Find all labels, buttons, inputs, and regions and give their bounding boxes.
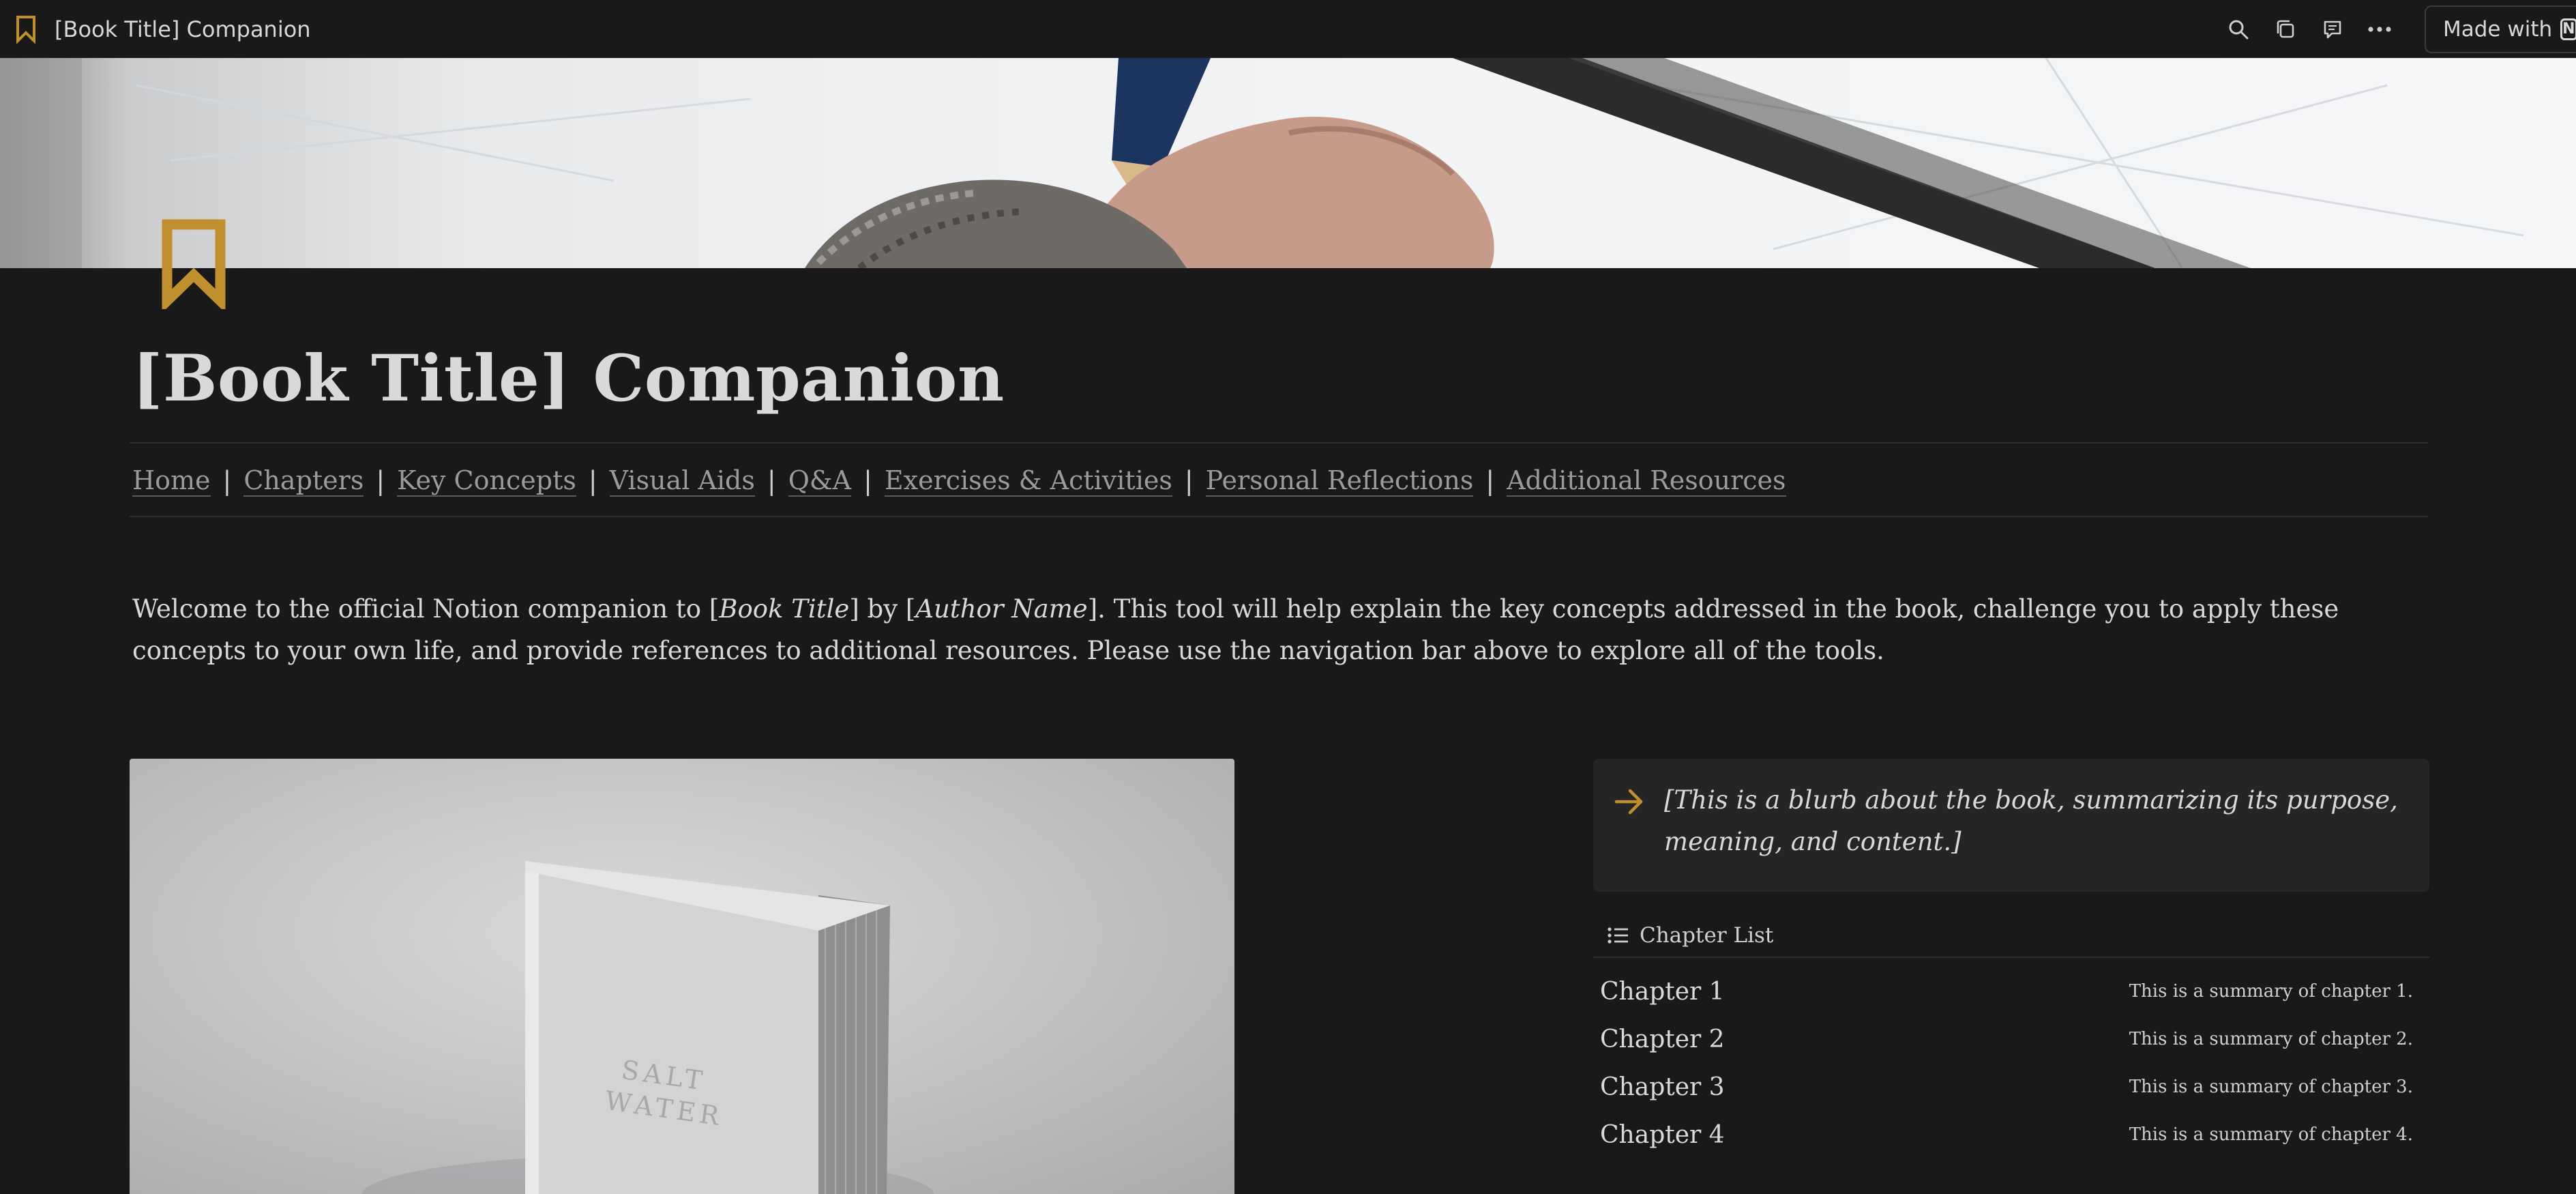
nav-link-key-concepts[interactable]: Key Concepts: [397, 465, 576, 497]
chapter-list: Chapter 1 This is a summary of chapter 1…: [1593, 967, 2429, 1159]
nav-link-exercises-activities[interactable]: Exercises & Activities: [884, 465, 1172, 497]
nav-separator: |: [863, 466, 872, 496]
duplicate-icon[interactable]: [2268, 12, 2303, 47]
welcome-text-part1: Welcome to the official Notion companion…: [132, 594, 720, 624]
nav-separator: |: [588, 466, 597, 496]
list-view-icon: [1608, 927, 1628, 944]
breadcrumb-page-title[interactable]: [Book Title] Companion: [55, 16, 311, 42]
nav-separator: |: [376, 466, 385, 496]
more-icon[interactable]: [2362, 12, 2397, 47]
book-blurb-callout: [This is a blurb about the book, summari…: [1593, 759, 2429, 892]
nav-link-home[interactable]: Home: [132, 465, 211, 497]
chapter-summary: This is a summary of chapter 3.: [2129, 1077, 2413, 1097]
author-name-placeholder: Author Name: [915, 594, 1088, 624]
chapter-name: Chapter 1: [1600, 977, 1725, 1006]
nav-separator: |: [1184, 466, 1194, 496]
book-title-placeholder: Book Title: [719, 594, 850, 624]
list-item[interactable]: Chapter 2 This is a summary of chapter 2…: [1593, 1015, 2429, 1063]
list-item[interactable]: Chapter 4 This is a summary of chapter 4…: [1593, 1111, 2429, 1159]
chapter-summary: This is a summary of chapter 1.: [2129, 981, 2413, 1002]
chapter-list-title: Chapter List: [1640, 923, 1774, 948]
bookmark-icon: [16, 15, 35, 44]
chapter-summary: This is a summary of chapter 4.: [2129, 1124, 2413, 1145]
nav-separator: |: [1485, 466, 1495, 496]
list-item[interactable]: Chapter 1 This is a summary of chapter 1…: [1593, 967, 2429, 1015]
list-item[interactable]: Chapter 3 This is a summary of chapter 3…: [1593, 1063, 2429, 1111]
top-bar: [Book Title] Companion Made with N: [0, 0, 2576, 58]
nav-link-personal-reflections[interactable]: Personal Reflections: [1205, 465, 1474, 497]
made-with-notion-button[interactable]: Made with N: [2425, 5, 2576, 53]
nav-divider-top: [130, 442, 2428, 443]
page-bookmark-icon: [162, 219, 226, 309]
nav-link-qa[interactable]: Q&A: [788, 465, 852, 497]
made-with-label: Made with: [2443, 16, 2553, 42]
welcome-paragraph: Welcome to the official Notion companion…: [132, 588, 2410, 671]
notion-logo-icon: N: [2560, 18, 2576, 40]
nav-link-additional-resources[interactable]: Additional Resources: [1507, 465, 1786, 497]
nav-separator: |: [222, 466, 232, 496]
arrow-right-icon: [1614, 789, 1643, 815]
callout-text: [This is a blurb about the book, summari…: [1664, 785, 2398, 856]
chapter-name: Chapter 4: [1600, 1120, 1725, 1149]
chapter-name: Chapter 3: [1600, 1073, 1725, 1101]
page-title: [Book Title] Companion: [132, 341, 1005, 416]
nav-divider-bottom: [130, 516, 2428, 517]
nav-separator: |: [767, 466, 776, 496]
chapter-summary: This is a summary of chapter 2.: [2129, 1029, 2413, 1049]
breadcrumb[interactable]: [Book Title] Companion: [15, 0, 311, 58]
book-mockup-image: SALT WATER: [130, 759, 1234, 1194]
navigation-bar: Home | Chapters | Key Concepts | Visual …: [132, 463, 1786, 499]
search-icon[interactable]: [2221, 12, 2256, 47]
nav-link-visual-aids[interactable]: Visual Aids: [609, 465, 755, 497]
nav-link-chapters[interactable]: Chapters: [243, 465, 364, 497]
cover-image: [0, 58, 2576, 268]
chapter-name: Chapter 2: [1600, 1025, 1725, 1053]
chapter-list-header[interactable]: Chapter List: [1593, 914, 2429, 958]
welcome-text-part2: ] by [: [849, 594, 916, 624]
comment-icon[interactable]: [2315, 12, 2350, 47]
